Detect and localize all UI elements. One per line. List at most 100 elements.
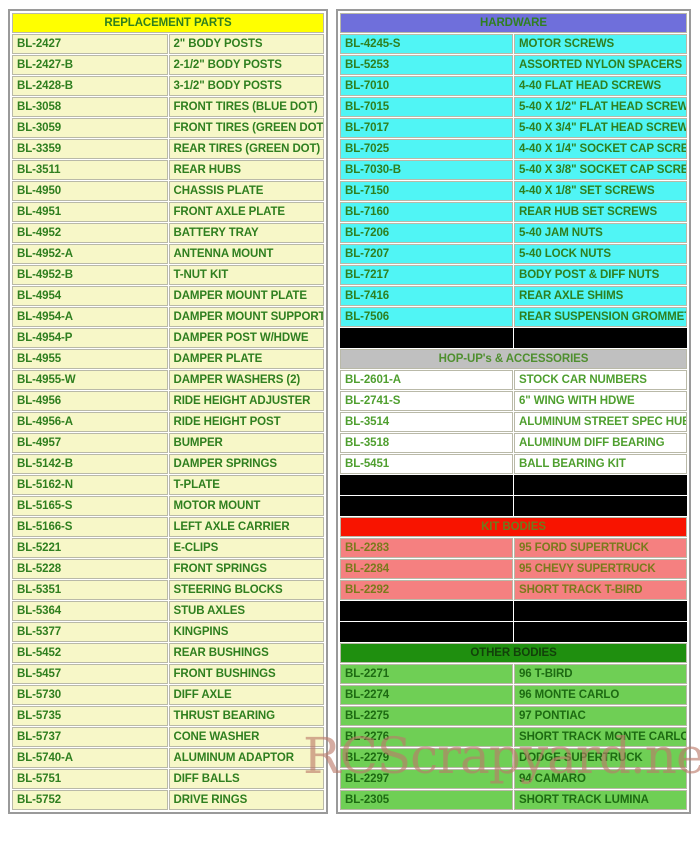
table-row[interactable]: BL-3511 REAR HUBS (12, 160, 324, 180)
part-description-cell[interactable]: DODGE SUPERTRUCK (514, 748, 687, 768)
part-description-cell[interactable]: T-PLATE (168, 475, 324, 495)
part-number-cell[interactable]: BL-5221 (12, 538, 168, 558)
table-row[interactable]: BL-7030-B5-40 X 3/8" SOCKET CAP SCREWS (340, 160, 687, 180)
part-number-cell[interactable]: BL-4954-A (12, 307, 168, 327)
table-row[interactable]: BL-5228 FRONT SPRINGS (12, 559, 324, 579)
part-number-cell[interactable]: BL-5735 (12, 706, 168, 726)
part-description-cell[interactable]: SHORT TRACK MONTE CARLO (514, 727, 687, 747)
part-description-cell[interactable]: BUMPER (168, 433, 324, 453)
part-description-cell[interactable]: FRONT SPRINGS (168, 559, 324, 579)
table-row[interactable]: BL-3514 ALUMINUM STREET SPEC HUB (340, 412, 687, 432)
part-description-cell[interactable]: DAMPER MOUNT SUPPORTS (168, 307, 324, 327)
table-row[interactable]: BL-4954-P DAMPER POST W/HDWE (12, 328, 324, 348)
table-row[interactable]: BL-2292 SHORT TRACK T-BIRD (340, 580, 687, 600)
table-row[interactable]: BL-3518 ALUMINUM DIFF BEARING (340, 433, 687, 453)
table-row[interactable]: BL-5457 FRONT BUSHINGS (12, 664, 324, 684)
part-number-cell[interactable]: BL-4952 (12, 223, 168, 243)
part-description-cell[interactable]: BODY POST & DIFF NUTS (514, 265, 687, 285)
part-number-cell[interactable]: BL-4956 (12, 391, 168, 411)
part-description-cell[interactable]: FRONT TIRES (GREEN DOT) (168, 118, 324, 138)
part-description-cell[interactable]: 3-1/2" BODY POSTS (168, 76, 324, 96)
part-description-cell[interactable]: DAMPER MOUNT PLATE (168, 286, 324, 306)
part-number-cell[interactable]: BL-7217 (340, 265, 513, 285)
table-row[interactable]: BL-4956-A RIDE HEIGHT POST (12, 412, 324, 432)
part-description-cell[interactable]: REAR TIRES (GREEN DOT) (168, 139, 324, 159)
part-description-cell[interactable]: STUB AXLES (168, 601, 324, 621)
part-number-cell[interactable]: BL-5737 (12, 727, 168, 747)
part-number-cell[interactable]: BL-7416 (340, 286, 513, 306)
part-number-cell[interactable]: BL-4955-W (12, 370, 168, 390)
part-description-cell[interactable]: THRUST BEARING (168, 706, 324, 726)
part-number-cell[interactable]: BL-4955 (12, 349, 168, 369)
part-number-cell[interactable]: BL-7160 (340, 202, 513, 222)
part-description-cell[interactable]: REAR HUBS (168, 160, 324, 180)
part-number-cell[interactable]: BL-5142-B (12, 454, 168, 474)
part-number-cell[interactable]: BL-2297 (340, 769, 513, 789)
part-description-cell[interactable]: 5-40 X 1/2" FLAT HEAD SCREWS (514, 97, 687, 117)
part-number-cell[interactable]: BL-2427-B (12, 55, 168, 75)
part-number-cell[interactable]: BL-4951 (12, 202, 168, 222)
part-number-cell[interactable]: BL-2305 (340, 790, 513, 810)
part-number-cell[interactable]: BL-5751 (12, 769, 168, 789)
table-row[interactable]: BL-3359 REAR TIRES (GREEN DOT) (12, 139, 324, 159)
table-row[interactable]: BL-4952-B T-NUT KIT (12, 265, 324, 285)
part-description-cell[interactable]: 95 CHEVY SUPERTRUCK (514, 559, 687, 579)
part-description-cell[interactable]: SHORT TRACK T-BIRD (514, 580, 687, 600)
table-row[interactable]: BL-7217 BODY POST & DIFF NUTS (340, 265, 687, 285)
part-description-cell[interactable]: REAR AXLE SHIMS (514, 286, 687, 306)
part-number-cell[interactable]: BL-3059 (12, 118, 168, 138)
table-row[interactable]: BL-2283 95 FORD SUPERTRUCK (340, 538, 687, 558)
part-description-cell[interactable]: 5-40 X 3/8" SOCKET CAP SCREWS (514, 160, 687, 180)
part-number-cell[interactable]: BL-2279 (340, 748, 513, 768)
part-number-cell[interactable]: BL-7017 (340, 118, 513, 138)
table-row[interactable]: BL-2271 96 T-BIRD (340, 664, 687, 684)
part-number-cell[interactable]: BL-5165-S (12, 496, 168, 516)
part-number-cell[interactable]: BL-5377 (12, 622, 168, 642)
part-description-cell[interactable]: E-CLIPS (168, 538, 324, 558)
part-description-cell[interactable]: 2-1/2" BODY POSTS (168, 55, 324, 75)
part-number-cell[interactable]: BL-7010 (340, 76, 513, 96)
part-description-cell[interactable]: 95 FORD SUPERTRUCK (514, 538, 687, 558)
part-description-cell[interactable]: ANTENNA MOUNT (168, 244, 324, 264)
part-number-cell[interactable]: BL-7506 (340, 307, 513, 327)
table-row[interactable]: BL-4952 BATTERY TRAY (12, 223, 324, 243)
table-row[interactable]: BL-2427-B 2-1/2" BODY POSTS (12, 55, 324, 75)
part-description-cell[interactable]: 4-40 X 1/8" SET SCREWS (514, 181, 687, 201)
part-description-cell[interactable]: BALL BEARING KIT (514, 454, 687, 474)
table-row[interactable]: BL-4951 FRONT AXLE PLATE (12, 202, 324, 222)
part-description-cell[interactable]: 4-40 X 1/4" SOCKET CAP SCREWS (514, 139, 687, 159)
part-number-cell[interactable]: BL-4957 (12, 433, 168, 453)
part-description-cell[interactable]: 94 CAMARO (514, 769, 687, 789)
part-number-cell[interactable]: BL-2741-S (340, 391, 513, 411)
part-number-cell[interactable]: BL-3511 (12, 160, 168, 180)
table-row[interactable]: BL-2275 97 PONTIAC (340, 706, 687, 726)
table-row[interactable]: BL-5165-S MOTOR MOUNT (12, 496, 324, 516)
table-row[interactable]: BL-7015 5-40 X 1/2" FLAT HEAD SCREWS (340, 97, 687, 117)
part-description-cell[interactable]: DAMPER WASHERS (2) (168, 370, 324, 390)
table-row[interactable]: BL-2427 2" BODY POSTS (12, 34, 324, 54)
table-row[interactable]: BL-70254-40 X 1/4" SOCKET CAP SCREWS (340, 139, 687, 159)
table-row[interactable]: BL-2279 DODGE SUPERTRUCK (340, 748, 687, 768)
table-row[interactable]: BL-7010 4-40 FLAT HEAD SCREWS (340, 76, 687, 96)
part-description-cell[interactable]: RIDE HEIGHT ADJUSTER (168, 391, 324, 411)
part-description-cell[interactable]: MOTOR SCREWS (514, 34, 687, 54)
part-number-cell[interactable]: BL-5364 (12, 601, 168, 621)
part-number-cell[interactable]: BL-5253 (340, 55, 513, 75)
part-number-cell[interactable]: BL-2428-B (12, 76, 168, 96)
part-number-cell[interactable]: BL-4954-P (12, 328, 168, 348)
table-row[interactable]: BL-5740-A ALUMINUM ADAPTOR (12, 748, 324, 768)
part-number-cell[interactable]: BL-5162-N (12, 475, 168, 495)
table-row[interactable]: BL-3058 FRONT TIRES (BLUE DOT) (12, 97, 324, 117)
table-row[interactable]: BL-5351 STEERING BLOCKS (12, 580, 324, 600)
part-number-cell[interactable]: BL-3359 (12, 139, 168, 159)
table-row[interactable]: BL-7206 5-40 JAM NUTS (340, 223, 687, 243)
part-number-cell[interactable]: BL-7206 (340, 223, 513, 243)
part-description-cell[interactable]: DAMPER SPRINGS (168, 454, 324, 474)
part-number-cell[interactable]: BL-3058 (12, 97, 168, 117)
table-row[interactable]: BL-7150 4-40 X 1/8" SET SCREWS (340, 181, 687, 201)
table-row[interactable]: BL-2276 SHORT TRACK MONTE CARLO (340, 727, 687, 747)
table-row[interactable]: BL-4245-S MOTOR SCREWS (340, 34, 687, 54)
part-number-cell[interactable]: BL-5457 (12, 664, 168, 684)
part-number-cell[interactable]: BL-2283 (340, 538, 513, 558)
part-description-cell[interactable]: 96 MONTE CARLO (514, 685, 687, 705)
